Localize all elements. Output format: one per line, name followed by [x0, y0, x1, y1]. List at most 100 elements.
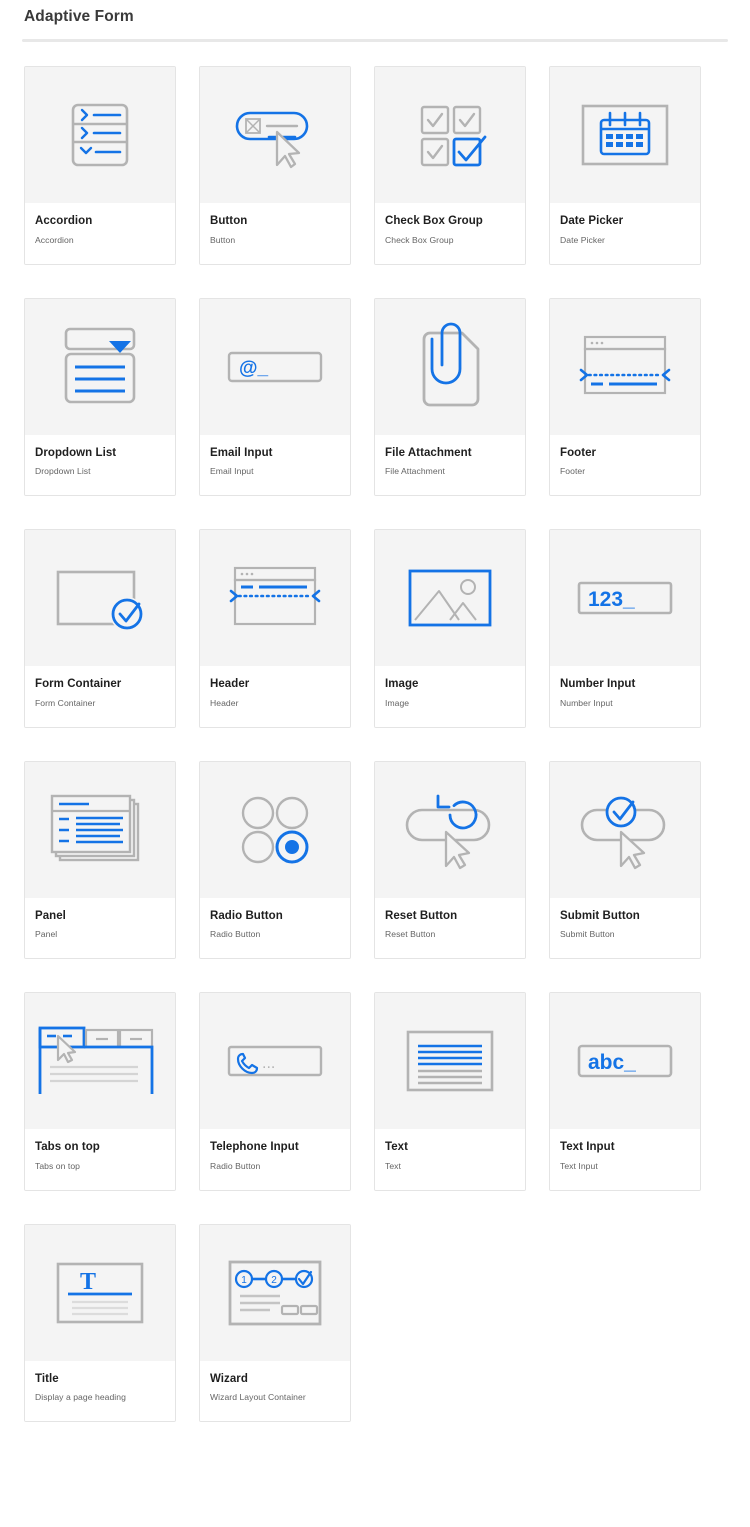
component-card-image[interactable]: Image Image — [374, 529, 526, 728]
component-card-footer[interactable]: Footer Footer — [549, 297, 701, 497]
card-thumbnail — [25, 993, 175, 1130]
component-card-check-box-group[interactable]: Check Box Group Check Box Group — [374, 66, 526, 265]
telephone-input-icon: ... — [227, 1045, 323, 1077]
card-body: Radio Button Radio Button — [200, 897, 350, 959]
card-subtitle: Dropdown List — [35, 466, 91, 477]
card-body: Panel Panel — [25, 897, 175, 959]
card-subtitle: Tabs on top — [35, 1160, 80, 1171]
card-subtitle: Wizard Layout Container — [210, 1392, 306, 1403]
card-title: Reset Button — [385, 909, 458, 922]
component-card-text[interactable]: Text Text — [374, 992, 526, 1191]
card-title: File Attachment — [385, 446, 472, 459]
component-card-header[interactable]: Header Header — [199, 529, 351, 728]
card-title: Date Picker — [560, 215, 624, 227]
card-thumbnail — [25, 67, 175, 203]
component-card-submit-button[interactable]: Submit Button Submit Button — [549, 760, 701, 960]
text-input-icon: abc_ — [577, 1044, 673, 1078]
card-title: Check Box Group — [385, 215, 483, 227]
card-subtitle: Email Input — [210, 466, 254, 477]
svg-text:1: 1 — [241, 1275, 247, 1286]
card-subtitle: Header — [210, 697, 239, 708]
component-card-wizard[interactable]: 1 2 Wizard Wizard Layout Container — [199, 1223, 351, 1423]
date-picker-icon — [581, 104, 669, 166]
card-subtitle: Footer — [560, 466, 586, 477]
component-card-telephone-input[interactable]: ... Telephone Input Radio Button — [199, 992, 351, 1191]
panel-icon — [50, 794, 140, 861]
component-card-accordion[interactable]: Accordion Accordion — [24, 66, 176, 265]
card-title: Title — [35, 1372, 59, 1385]
card-title: Wizard — [210, 1372, 248, 1385]
component-card-grid: Accordion Accordion Button Button Check Bo… — [0, 42, 750, 1452]
card-body: Wizard Wizard Layout Container — [200, 1360, 350, 1422]
card-subtitle: Check Box Group — [385, 234, 454, 245]
wizard-icon: 1 2 — [228, 1260, 322, 1326]
card-body: Text Input Text Input — [550, 1129, 700, 1190]
card-body: Email Input Email Input — [200, 434, 350, 496]
component-card-form-container[interactable]: Form Container Form Container — [24, 529, 176, 728]
component-card-date-picker[interactable]: Date Picker Date Picker — [549, 66, 701, 265]
adaptive-form-component-gallery: Adaptive Form Accordion Accordion Button B… — [0, 0, 750, 1452]
component-card-title[interactable]: T Title Display a page heading — [24, 1223, 176, 1423]
component-card-tabs-on-top[interactable]: Tabs on top Tabs on top — [24, 992, 176, 1191]
svg-text:@_: @_ — [239, 358, 269, 379]
component-card-dropdown-list[interactable]: Dropdown List Dropdown List — [24, 297, 176, 497]
header-icon — [229, 566, 321, 626]
component-card-email-input[interactable]: @_ Email Input Email Input — [199, 297, 351, 497]
card-body: Button Button — [200, 203, 350, 264]
card-body: Title Display a page heading — [25, 1360, 175, 1422]
component-card-text-input[interactable]: abc_ Text Input Text Input — [549, 992, 701, 1191]
card-thumbnail — [550, 761, 700, 898]
card-thumbnail: abc_ — [550, 993, 700, 1130]
card-subtitle: File Attachment — [385, 466, 445, 477]
component-card-number-input[interactable]: 123_ Number Input Number Input — [549, 529, 701, 728]
svg-text:abc_: abc_ — [588, 1051, 636, 1074]
card-thumbnail — [375, 530, 525, 667]
card-title: Dropdown List — [35, 446, 117, 459]
card-title: Panel — [35, 909, 66, 922]
check-box-group-icon — [420, 105, 487, 167]
card-thumbnail — [375, 993, 525, 1130]
card-thumbnail — [375, 67, 525, 203]
card-title: Footer — [560, 446, 597, 459]
dropdown-list-icon — [64, 327, 136, 403]
card-body: Date Picker Date Picker — [550, 203, 700, 264]
card-title: Telephone Input — [210, 1141, 299, 1154]
card-body: Image Image — [375, 666, 525, 727]
component-card-reset-button[interactable]: Reset Button Reset Button — [374, 760, 526, 960]
card-body: Header Header — [200, 666, 350, 727]
card-body: Submit Button Submit Button — [550, 897, 700, 959]
footer-icon — [579, 335, 671, 394]
card-title: Text Input — [560, 1141, 615, 1154]
card-title: Image — [385, 678, 419, 691]
card-subtitle: Radio Button — [210, 1160, 261, 1171]
card-subtitle: Date Picker — [560, 234, 605, 245]
card-thumbnail — [200, 530, 350, 667]
title-icon: T — [56, 1262, 144, 1323]
svg-text:2: 2 — [271, 1275, 277, 1286]
card-thumbnail — [375, 298, 525, 435]
card-thumbnail: 123_ — [550, 530, 700, 667]
card-thumbnail — [200, 761, 350, 898]
component-card-radio-button[interactable]: Radio Button Radio Button — [199, 760, 351, 960]
card-subtitle: Accordion — [35, 234, 74, 245]
card-thumbnail: @_ — [200, 298, 350, 435]
card-title: Text — [385, 1141, 408, 1154]
card-thumbnail — [25, 761, 175, 898]
card-title: Form Container — [35, 678, 122, 691]
email-input-icon: @_ — [227, 351, 323, 382]
button-icon — [235, 111, 309, 169]
card-body: Text Text — [375, 1129, 525, 1190]
file-attachment-icon — [422, 322, 480, 406]
component-card-panel[interactable]: Panel Panel — [24, 760, 176, 960]
form-container-icon — [56, 570, 144, 632]
card-subtitle: Radio Button — [210, 929, 261, 940]
card-thumbnail: 1 2 — [200, 1224, 350, 1361]
component-card-file-attachment[interactable]: File Attachment File Attachment — [374, 297, 526, 497]
svg-text:123_: 123_ — [588, 588, 635, 611]
card-body: Form Container Form Container — [25, 666, 175, 727]
component-card-button[interactable]: Button Button — [199, 66, 351, 265]
card-subtitle: Panel — [35, 929, 58, 940]
card-title: Submit Button — [560, 909, 640, 922]
card-subtitle: Text — [385, 1160, 401, 1171]
card-thumbnail — [550, 298, 700, 435]
